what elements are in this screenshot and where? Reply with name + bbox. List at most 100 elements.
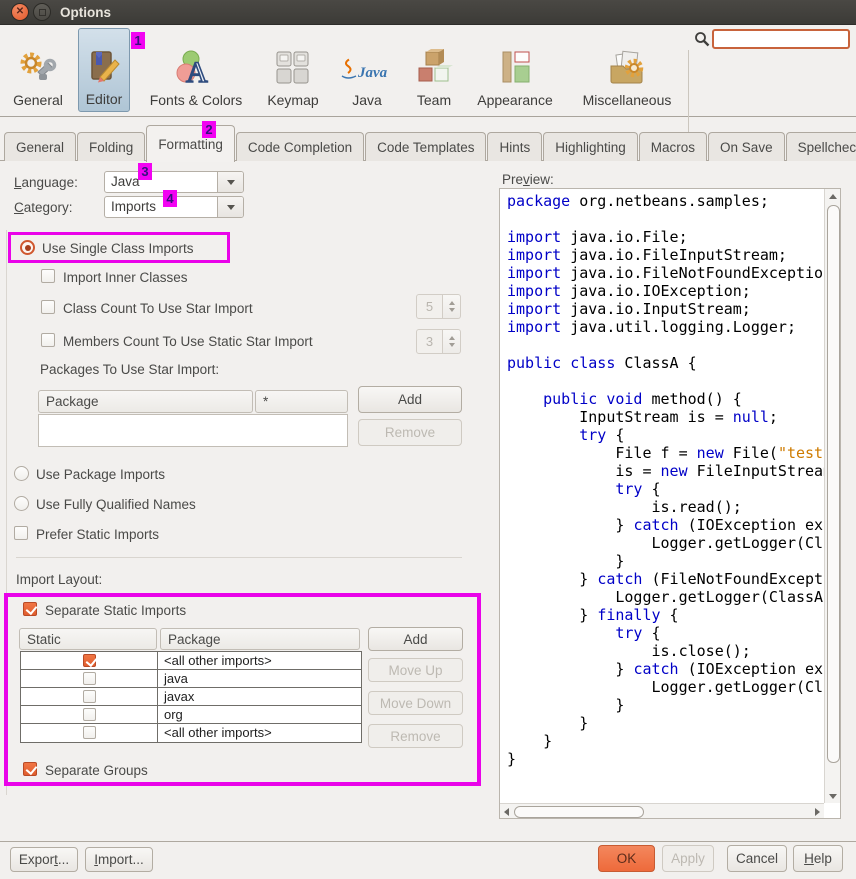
tab-spellchecker[interactable]: Spellchecker: [786, 132, 856, 161]
annotation-badge-3: 3: [138, 163, 152, 180]
separate-static-imports-label[interactable]: Separate Static Imports: [45, 603, 186, 618]
layout-remove-button[interactable]: Remove: [368, 724, 463, 748]
toolbar-item-keymap[interactable]: Keymap: [258, 28, 328, 112]
import-button[interactable]: Import...: [85, 847, 153, 872]
use-single-class-imports-radio[interactable]: [20, 240, 35, 255]
annotation-badge-2: 2: [202, 121, 216, 138]
import-inner-classes-checkbox[interactable]: [41, 269, 55, 283]
star-table-body[interactable]: [38, 414, 348, 447]
preview-code[interactable]: package org.netbeans.samples; import jav…: [500, 189, 824, 803]
static-checkbox[interactable]: [83, 690, 96, 703]
tab-folding[interactable]: Folding: [77, 132, 145, 161]
tab-on-save[interactable]: On Save: [708, 132, 785, 161]
tab-code-templates[interactable]: Code Templates: [365, 132, 486, 161]
tab-hints[interactable]: Hints: [487, 132, 542, 161]
cancel-button[interactable]: Cancel: [727, 845, 787, 872]
move-down-button[interactable]: Move Down: [368, 691, 463, 715]
static-cell[interactable]: [21, 670, 158, 687]
layout-table-header-package[interactable]: Package: [160, 628, 360, 650]
members-count-spinner[interactable]: 3: [416, 329, 461, 354]
move-up-button[interactable]: Move Up: [368, 658, 463, 682]
toolbar-item-fonts-colors[interactable]: A Fonts & Colors: [138, 28, 254, 112]
scroll-up-icon[interactable]: [829, 194, 837, 199]
separate-groups-checkbox[interactable]: [23, 762, 37, 776]
horizontal-scrollbar[interactable]: [500, 803, 824, 818]
static-checkbox[interactable]: [83, 654, 96, 667]
toolbar-item-java[interactable]: Java Java: [336, 28, 398, 112]
class-count-spin-arrows[interactable]: [443, 294, 461, 319]
toolbar-item-team[interactable]: Team: [404, 28, 464, 112]
use-fully-qualified-radio[interactable]: [14, 496, 29, 511]
apply-button[interactable]: Apply: [662, 845, 714, 872]
tab-code-completion[interactable]: Code Completion: [236, 132, 364, 161]
package-cell[interactable]: <all other imports>: [158, 652, 361, 669]
help-button[interactable]: Help: [793, 845, 843, 872]
tab-macros[interactable]: Macros: [639, 132, 707, 161]
category-combo-arrow[interactable]: [217, 197, 243, 217]
prefer-static-imports-label[interactable]: Prefer Static Imports: [36, 527, 159, 542]
import-inner-classes-label[interactable]: Import Inner Classes: [63, 270, 188, 285]
class-count-checkbox[interactable]: [41, 300, 55, 314]
table-row[interactable]: javax: [21, 688, 361, 706]
layout-add-button[interactable]: Add: [368, 627, 463, 651]
restore-button[interactable]: [33, 3, 51, 21]
ok-button[interactable]: OK: [598, 845, 655, 872]
table-row[interactable]: <all other imports>: [21, 652, 361, 670]
scroll-right-icon[interactable]: [815, 808, 820, 816]
toolbar-item-appearance[interactable]: Appearance: [468, 28, 562, 112]
static-cell[interactable]: [21, 724, 158, 742]
use-single-class-imports-label[interactable]: Use Single Class Imports: [42, 241, 194, 256]
toolbar-item-miscellaneous[interactable]: Miscellaneous: [568, 28, 686, 112]
separate-static-imports-checkbox[interactable]: [23, 602, 37, 616]
star-add-button[interactable]: Add: [358, 386, 462, 413]
use-fully-qualified-label[interactable]: Use Fully Qualified Names: [36, 497, 196, 512]
close-button[interactable]: ✕: [11, 3, 29, 21]
horizontal-scroll-thumb[interactable]: [514, 806, 644, 818]
class-count-spinner[interactable]: 5: [416, 294, 461, 319]
search-input[interactable]: [712, 29, 850, 49]
package-cell[interactable]: <all other imports>: [158, 724, 361, 742]
use-package-imports-radio[interactable]: [14, 466, 29, 481]
toolbar-label-fonts-colors: Fonts & Colors: [150, 92, 243, 108]
preview-label: Preview:: [502, 172, 554, 187]
prefer-static-imports-checkbox[interactable]: [14, 526, 28, 540]
table-row[interactable]: java: [21, 670, 361, 688]
titlebar[interactable]: ✕ Options: [0, 0, 856, 25]
static-cell[interactable]: [21, 706, 158, 723]
spin-down-icon: [449, 308, 455, 312]
static-checkbox[interactable]: [83, 708, 96, 721]
import-layout-table[interactable]: <all other imports> java javax org <all …: [20, 651, 362, 743]
separate-groups-label[interactable]: Separate Groups: [45, 763, 148, 778]
package-cell[interactable]: java: [158, 670, 361, 687]
scroll-down-icon[interactable]: [829, 794, 837, 799]
package-cell[interactable]: org: [158, 706, 361, 723]
language-combo-value: Java: [105, 172, 217, 192]
members-count-value: 3: [416, 329, 443, 354]
language-combo-arrow[interactable]: [217, 172, 243, 192]
static-checkbox[interactable]: [83, 726, 96, 739]
static-cell[interactable]: [21, 652, 158, 669]
star-remove-button[interactable]: Remove: [358, 419, 462, 446]
export-button[interactable]: Export...: [10, 847, 78, 872]
table-row[interactable]: org: [21, 706, 361, 724]
star-table-header-package[interactable]: Package: [38, 390, 253, 413]
table-row[interactable]: <all other imports>: [21, 724, 361, 742]
static-checkbox[interactable]: [83, 672, 96, 685]
members-count-spin-arrows[interactable]: [443, 329, 461, 354]
tab-highlighting[interactable]: Highlighting: [543, 132, 638, 161]
package-cell[interactable]: javax: [158, 688, 361, 705]
vertical-scrollbar[interactable]: [824, 189, 840, 803]
star-table-header-star[interactable]: *: [255, 390, 348, 413]
members-count-label[interactable]: Members Count To Use Static Star Import: [63, 334, 313, 349]
tab-formatting[interactable]: Formatting: [146, 125, 235, 162]
scroll-left-icon[interactable]: [504, 808, 509, 816]
toolbar-item-general[interactable]: General: [8, 28, 68, 112]
class-count-label[interactable]: Class Count To Use Star Import: [63, 301, 253, 316]
use-package-imports-label[interactable]: Use Package Imports: [36, 467, 165, 482]
tab-general[interactable]: General: [4, 132, 76, 161]
vertical-scroll-thumb[interactable]: [827, 205, 840, 763]
static-cell[interactable]: [21, 688, 158, 705]
layout-table-header-static[interactable]: Static: [19, 628, 157, 650]
toolbar-item-editor[interactable]: Editor: [78, 28, 130, 112]
members-count-checkbox[interactable]: [41, 333, 55, 347]
